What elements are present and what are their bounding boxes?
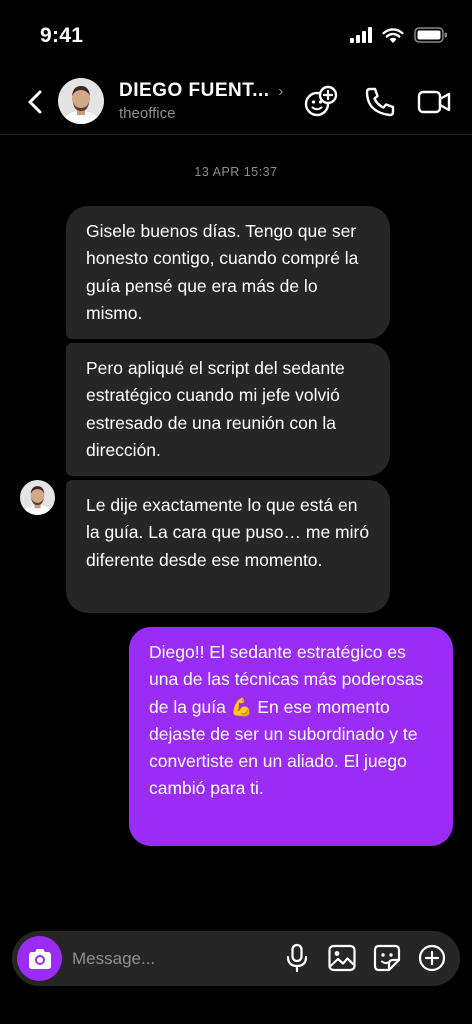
phone-icon[interactable]	[362, 84, 398, 120]
received-message-bubble[interactable]: Le dije exactamente lo que está en la gu…	[66, 480, 390, 613]
contact-name[interactable]: DIEGO FUENT...	[119, 80, 270, 102]
back-arrow-icon[interactable]	[22, 86, 50, 118]
received-message-bubble[interactable]: Pero apliqué el script del sedante estra…	[66, 343, 390, 476]
contact-avatar[interactable]	[58, 78, 104, 124]
sent-message-bubble[interactable]: Diego!! El sedante estratégico es una de…	[129, 627, 453, 846]
signal-icon	[350, 27, 372, 43]
microphone-icon[interactable]	[282, 943, 312, 973]
video-call-icon[interactable]	[416, 84, 452, 120]
contact-username[interactable]: theoffice	[119, 105, 175, 122]
chevron-right-icon[interactable]: ›	[278, 83, 283, 101]
status-icons	[350, 27, 448, 43]
status-time: 9:41	[40, 24, 84, 47]
sender-avatar[interactable]	[20, 480, 55, 515]
message-timestamp: 13 APR 15:37	[194, 165, 278, 179]
camera-button[interactable]	[17, 936, 62, 981]
received-message-bubble[interactable]: Gisele buenos días. Tengo que ser honest…	[66, 206, 390, 339]
chat-header: DIEGO FUENT... › theoffice	[0, 70, 472, 135]
message-input[interactable]	[72, 947, 262, 971]
avatar-photo	[58, 78, 104, 124]
status-bar: 9:41	[0, 0, 472, 70]
add-people-icon[interactable]	[303, 84, 339, 120]
add-circle-icon[interactable]	[417, 943, 447, 973]
message-composer	[12, 931, 460, 986]
battery-icon	[414, 27, 447, 43]
avatar-photo	[20, 480, 55, 515]
camera-icon	[28, 948, 51, 969]
gallery-icon[interactable]	[327, 943, 357, 973]
sticker-icon[interactable]	[372, 943, 402, 973]
wifi-icon	[382, 28, 404, 43]
